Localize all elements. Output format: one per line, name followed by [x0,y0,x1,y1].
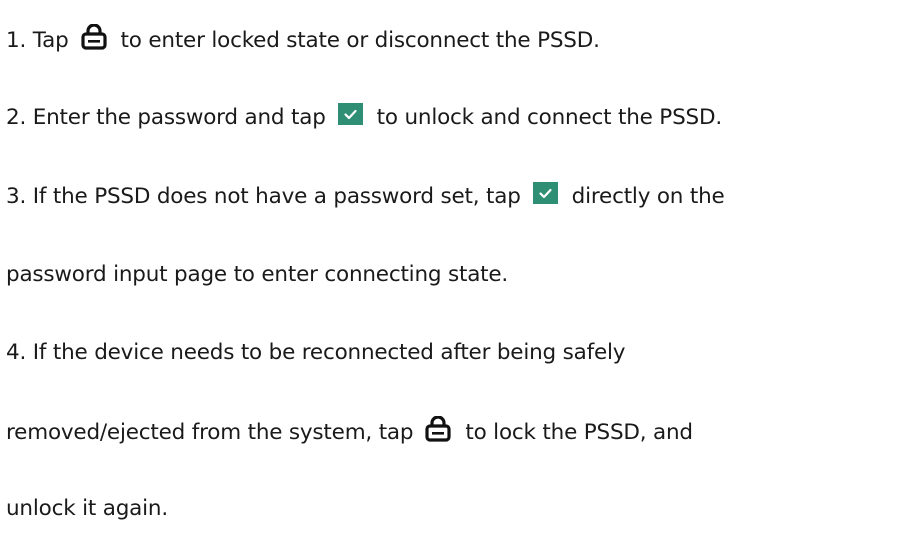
step-3-suffix: directly on the [571,184,725,209]
step-4-prefix: removed/ejected from the system, tap [6,420,414,445]
step-4: removed/ejected from the system, tap to l… [6,416,693,448]
step-1-prefix: 1. Tap [6,28,69,53]
step-3-continuation: password input page to enter connecting … [6,262,509,287]
check-icon [532,182,558,204]
step-1-suffix: to enter locked state or disconnect the … [120,28,600,53]
step-4-continuation: unlock it again. [6,496,168,521]
step-4-suffix: to lock the PSSD, and [465,420,693,445]
step-3-prefix: 3. If the PSSD does not have a password … [6,184,521,209]
step-3: 3. If the PSSD does not have a password … [6,182,725,212]
step-2-prefix: 2. Enter the password and tap [6,105,326,130]
check-icon [337,103,363,125]
step-2-suffix: to unlock and connect the PSSD. [376,105,722,130]
step-1: 1. Tap to enter locked state or disconnec… [6,24,600,56]
lock-icon [80,24,107,50]
step-2: 2. Enter the password and tap to unlock a… [6,103,722,133]
step-4-line-1: 4. If the device needs to be reconnected… [6,340,626,365]
lock-icon [425,416,451,442]
